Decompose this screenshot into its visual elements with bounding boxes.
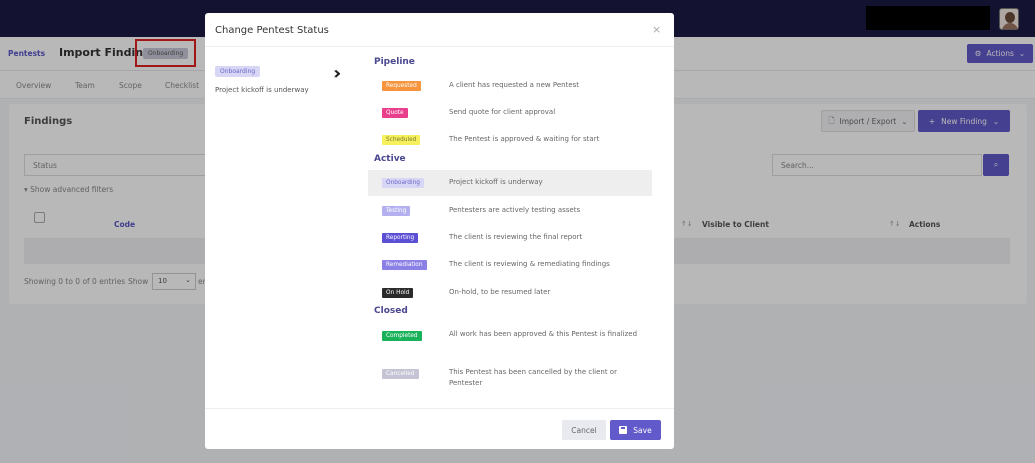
status-badge: Quote [382,108,408,118]
status-badge: Requested [382,81,421,91]
status-option-completed[interactable]: Completed All work has been approved & t… [368,325,652,353]
change-status-modal: Change Pentest Status × Onboarding Proje… [205,13,674,449]
save-label: Save [633,425,652,435]
status-description: On-hold, to be resumed later [449,288,551,296]
status-option-quote[interactable]: Quote Send quote for client approval [368,102,652,124]
group-pipeline: Pipeline [374,57,415,67]
status-badge: Testing [382,206,411,216]
save-icon [619,426,628,434]
status-badge: Reporting [382,233,419,243]
status-option-remediation[interactable]: Remediation The client is reviewing & re… [368,254,652,276]
status-badge: Onboarding [382,178,424,188]
modal-title: Change Pentest Status [215,25,329,36]
status-option-scheduled[interactable]: Scheduled The Pentest is approved & wait… [368,129,652,151]
save-button[interactable]: Save [610,420,661,440]
status-option-cancelled[interactable]: Cancelled This Pentest has been cancelle… [368,363,652,391]
status-description: Project kickoff is underway [449,178,543,186]
close-icon[interactable]: × [652,23,661,36]
status-description: Send quote for client approval [449,108,556,116]
status-description: The Pentest is approved & waiting for st… [449,135,600,143]
double-chevron-right-icon: ›› [333,63,343,84]
group-closed: Closed [374,306,408,316]
status-badge: Cancelled [382,369,419,379]
current-status-badge: Onboarding [215,66,261,77]
divider [205,408,674,409]
status-badge: Remediation [382,260,427,270]
status-description: All work has been approved & this Pentes… [449,330,638,338]
status-badge: Completed [382,331,422,341]
status-badge: On Hold [382,288,414,298]
current-status-description: Project kickoff is underway [215,86,309,94]
status-option-onhold[interactable]: On Hold On-hold, to be resumed later [368,282,652,304]
cancel-button[interactable]: Cancel [562,420,606,440]
status-description: This Pentest has been cancelled by the c… [449,368,617,387]
status-option-requested[interactable]: Requested A client has requested a new P… [368,75,652,97]
status-option-onboarding[interactable]: Onboarding Project kickoff is underway [368,170,652,196]
status-description: The client is reviewing the final report [449,233,583,241]
status-badge: Scheduled [382,135,421,145]
status-option-reporting[interactable]: Reporting The client is reviewing the fi… [368,227,652,249]
status-option-testing[interactable]: Testing Pentesters are actively testing … [368,200,652,222]
divider [205,46,674,47]
group-active: Active [374,154,406,164]
status-description: Pentesters are actively testing assets [449,206,581,214]
status-description: A client has requested a new Pentest [449,81,580,89]
status-description: The client is reviewing & remediating fi… [449,260,610,268]
